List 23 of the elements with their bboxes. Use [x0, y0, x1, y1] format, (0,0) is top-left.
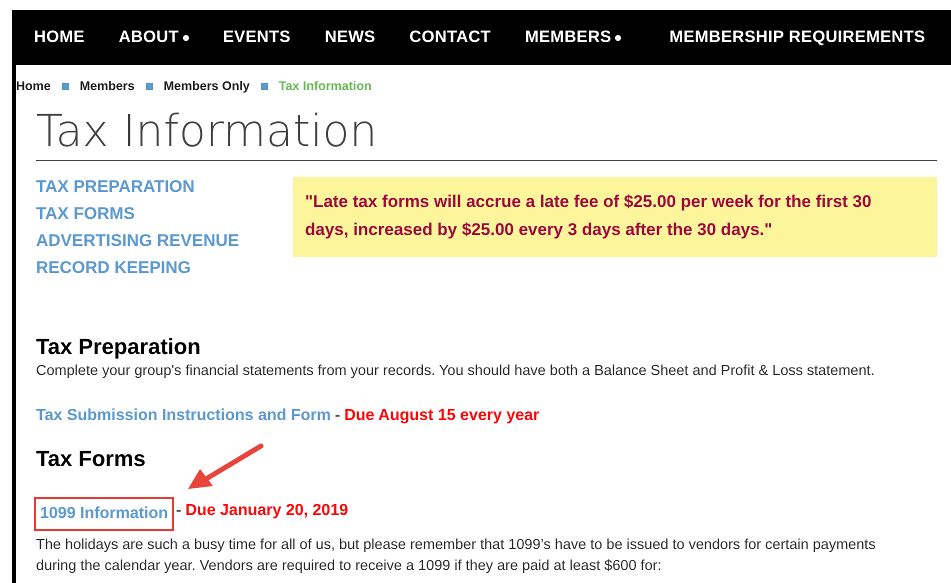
nav-link[interactable]: HOME: [34, 28, 85, 47]
section-heading: Tax Forms: [36, 445, 146, 473]
nav-link[interactable]: MEMBERSHIP REQUIREMENTS: [669, 28, 926, 47]
nav-link[interactable]: EVENTS: [222, 28, 291, 47]
breadcrumb-link[interactable]: Members: [80, 79, 135, 93]
paragraph: The holidays are such a busy time for all of us, but please remember that 1099’s have to be issued to vendors for certain payments during the calendar year. Vendors are required to receive a 1099 if they are paid at least $600 for:: [36, 536, 877, 576]
due-date: Due January 20, 2019: [185, 502, 348, 520]
nav-link[interactable]: NEWS: [324, 28, 376, 47]
breadcrumb-link[interactable]: Home: [16, 79, 51, 93]
nav-link[interactable]: CONTACT: [409, 28, 491, 47]
separator-text: -: [334, 407, 340, 425]
breadcrumb-separator-icon: [260, 82, 268, 90]
breadcrumb-separator-icon: [146, 82, 153, 90]
notice-text: "Late tax forms will accrue a late fee of $25.00 per week for the first 30 days, increased by $25.00 every 3 days after the 30 days.": [293, 177, 937, 257]
nav-link[interactable]: ABOUT: [118, 28, 189, 47]
paragraph: Complete your group's financial statements from your records. You should have both a Balance Sheet and Profit & Loss statement.: [36, 362, 876, 381]
breadcrumb-link[interactable]: Members Only: [164, 79, 250, 93]
section-heading: Tax Preparation: [36, 333, 201, 361]
nav-link[interactable]: MEMBERS: [524, 28, 622, 47]
due-date: Due August 15 every year: [344, 407, 540, 425]
breadcrumb-separator-icon: [62, 82, 69, 90]
page-title: Tax Information: [36, 104, 937, 161]
separator-text: -: [176, 502, 182, 520]
